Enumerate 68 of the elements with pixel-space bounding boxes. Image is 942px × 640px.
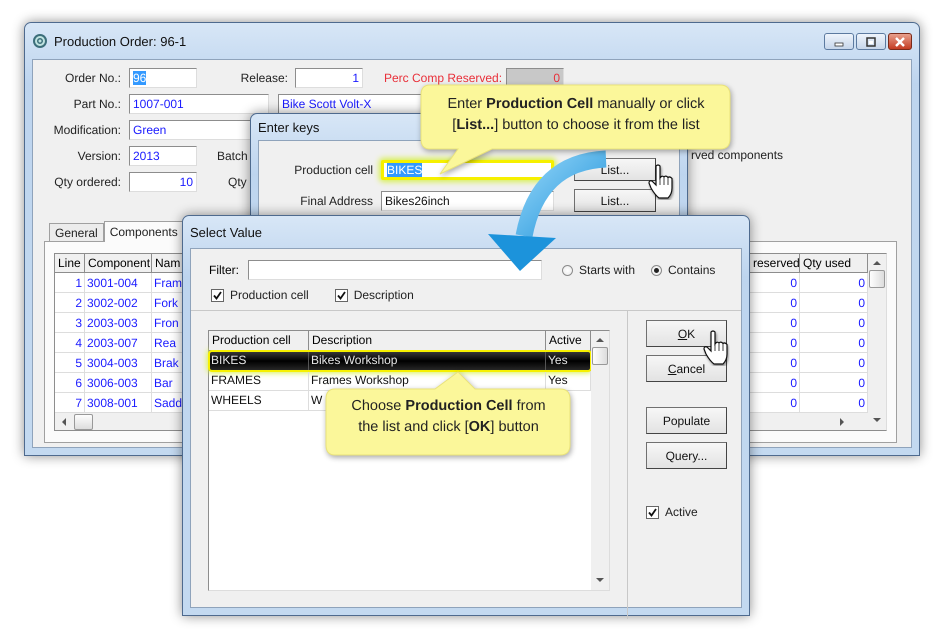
field-label: Qty: [228, 175, 247, 189]
maximize-button[interactable]: [856, 33, 886, 50]
filter-field[interactable]: [248, 260, 542, 280]
field-label: Qty ordered:: [53, 175, 121, 189]
field-label: Modification:: [52, 123, 121, 137]
table-cell: BIKES: [209, 351, 309, 371]
maximize-icon: [865, 36, 877, 46]
field-label: Release:: [240, 71, 288, 85]
checkbox[interactable]: [646, 506, 659, 518]
table-cell: 1: [55, 273, 85, 293]
table-cell: Bikes Workshop: [309, 351, 546, 371]
table-cell: 6: [55, 373, 85, 393]
table-cell: 3006-003: [85, 373, 152, 393]
field-label: Batch: [217, 149, 248, 163]
radio-button[interactable]: [651, 264, 662, 276]
column-header[interactable]: Production cell: [209, 331, 309, 351]
vertical-scrollbar[interactable]: [868, 254, 886, 430]
close-button[interactable]: [888, 33, 912, 50]
checkbox[interactable]: [334, 288, 348, 302]
table-cell: 4: [55, 333, 85, 353]
column-header[interactable]: Active: [546, 331, 591, 351]
table-cell: 5: [55, 353, 85, 373]
radio-label: Starts with: [579, 263, 636, 277]
column-header[interactable]: Qty used: [800, 254, 868, 273]
table-cell: 3004-003: [85, 353, 152, 373]
column-header[interactable]: Line: [55, 254, 85, 273]
field-label: Order No.:: [64, 71, 121, 85]
table-cell: 2: [55, 293, 85, 313]
radio-button[interactable]: [562, 264, 573, 276]
dialog-button[interactable]: Cancel: [646, 355, 727, 382]
window-title: Production Order: 96-1: [54, 34, 186, 48]
table-cell: 3: [55, 313, 85, 333]
field-label: Final Address: [299, 194, 373, 208]
minimize-button[interactable]: [824, 33, 854, 50]
tab[interactable]: General: [49, 223, 104, 241]
dialog-button[interactable]: OK: [646, 320, 727, 347]
text-field[interactable]: 2013: [129, 146, 197, 166]
table-cell: 2003-003: [85, 313, 152, 333]
table-cell: WHEELS: [209, 391, 309, 411]
hand-cursor-icon: [648, 164, 673, 199]
dialog-button[interactable]: Query...: [646, 442, 727, 469]
hand-cursor-icon: [703, 330, 728, 365]
field-label: Production cell: [293, 162, 373, 176]
window-title: Select Value: [190, 224, 262, 240]
radio-label: Contains: [668, 263, 716, 277]
checkbox[interactable]: [211, 288, 224, 302]
dialog-button[interactable]: Populate: [646, 407, 727, 434]
text-field[interactable]: 1007-001: [129, 94, 269, 114]
table-cell: 2003-007: [85, 333, 152, 353]
table-cell: 3001-004: [85, 273, 152, 293]
table-cell: 3002-002: [85, 293, 152, 313]
label-text: rved components: [691, 148, 784, 162]
list-button[interactable]: List...: [574, 189, 656, 212]
text-field[interactable]: 1: [295, 68, 363, 88]
list-row[interactable]: BIKES Bikes Workshop Yes: [209, 351, 591, 371]
field-label: Part No.:: [72, 97, 121, 111]
column-header[interactable]: Description: [309, 331, 546, 351]
table-cell: FRAMES: [209, 371, 309, 391]
tab[interactable]: Components: [104, 221, 184, 242]
checkbox-label: Active: [665, 505, 698, 519]
field-label: Perc Comp Reserved:: [384, 71, 502, 85]
field-label: Filter:: [209, 263, 239, 277]
close-icon: [894, 36, 906, 46]
field-label: Version:: [76, 149, 121, 163]
column-header[interactable]: Component: [85, 254, 152, 273]
column-header[interactable]: reserved: [750, 254, 800, 273]
text-field[interactable]: 10: [129, 172, 197, 192]
vertical-scrollbar[interactable]: [591, 331, 609, 590]
